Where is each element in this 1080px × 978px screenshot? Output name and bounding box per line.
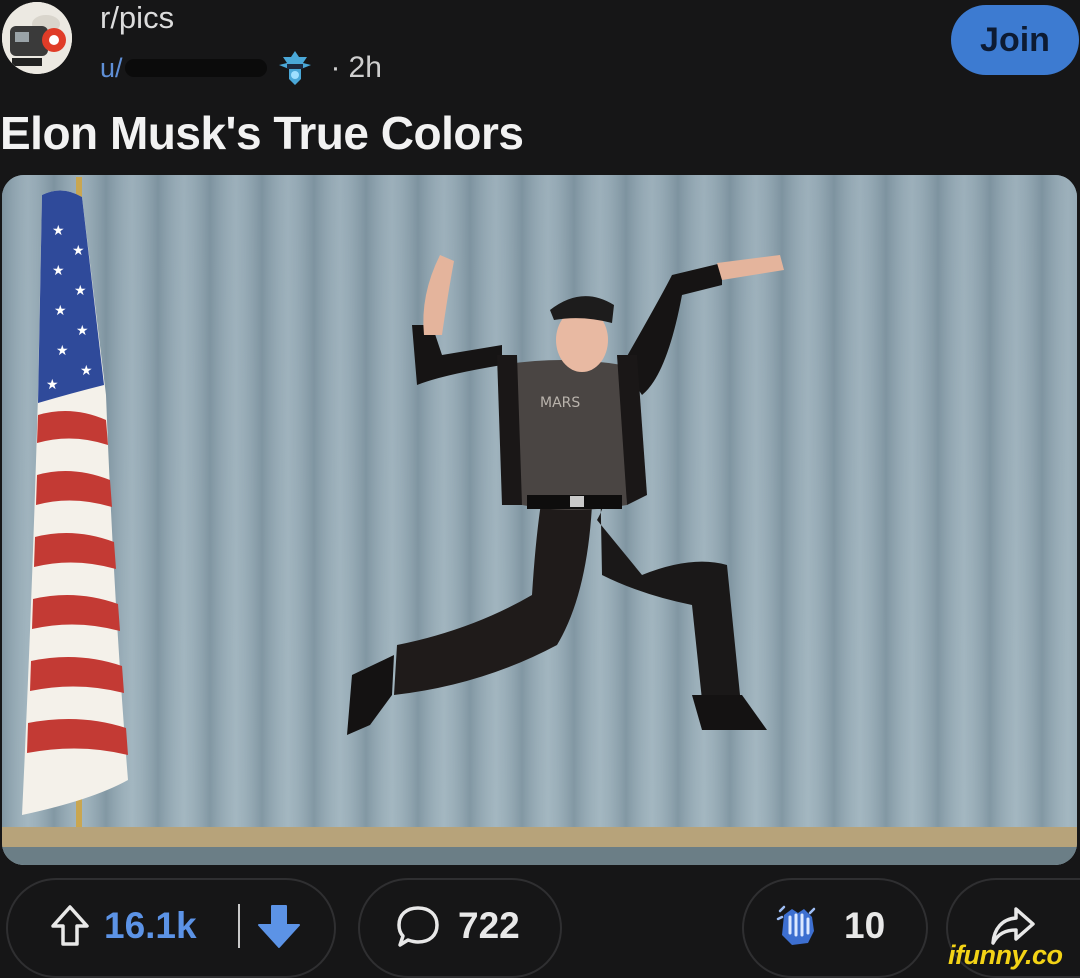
clapping-award-icon: [776, 905, 816, 945]
svg-text:★: ★: [72, 243, 85, 259]
award-count: 10: [844, 904, 886, 946]
award-button[interactable]: 10: [742, 878, 928, 978]
vote-control: 16.1k: [6, 878, 336, 978]
post-title[interactable]: Elon Musk's True Colors: [0, 106, 524, 160]
svg-text:★: ★: [74, 283, 87, 299]
user-flair-icon: [278, 51, 311, 85]
upvote-count: 16.1k: [104, 904, 197, 946]
svg-text:★: ★: [76, 323, 89, 339]
action-bar: 16.1k 722 10: [0, 878, 1080, 978]
subreddit-avatar-icon[interactable]: [2, 2, 72, 74]
post-meta: u/ · 2h: [100, 48, 382, 88]
svg-text:★: ★: [46, 377, 59, 393]
vote-divider: [238, 904, 240, 948]
comment-count: 722: [458, 904, 520, 946]
meta-separator: ·: [330, 51, 341, 84]
downvote-button[interactable]: [256, 880, 302, 971]
upvote-arrow-icon: [51, 904, 89, 946]
username-redacted[interactable]: [124, 59, 267, 77]
comment-button[interactable]: 722: [358, 878, 562, 978]
shirt-text: MARS: [540, 395, 580, 411]
watermark-logo: ifunny.co: [948, 940, 1063, 970]
svg-text:★: ★: [52, 223, 65, 239]
downvote-arrow-icon: [258, 904, 300, 948]
subreddit-name[interactable]: r/pics: [100, 0, 174, 36]
svg-text:★: ★: [80, 363, 93, 379]
username-prefix[interactable]: u/: [100, 53, 123, 84]
svg-text:★: ★: [54, 303, 67, 319]
post-time: 2h: [348, 51, 382, 84]
post-header: r/pics u/ · 2h Join: [0, 0, 1080, 100]
post-image[interactable]: ★ ★ ★ ★ ★ ★ ★ ★ ★ MARS: [2, 175, 1077, 865]
svg-text:★: ★: [52, 263, 65, 279]
join-button[interactable]: Join: [951, 5, 1079, 75]
comment-bubble-icon: [397, 905, 439, 947]
upvote-button[interactable]: [50, 880, 90, 971]
svg-text:★: ★: [56, 343, 69, 359]
